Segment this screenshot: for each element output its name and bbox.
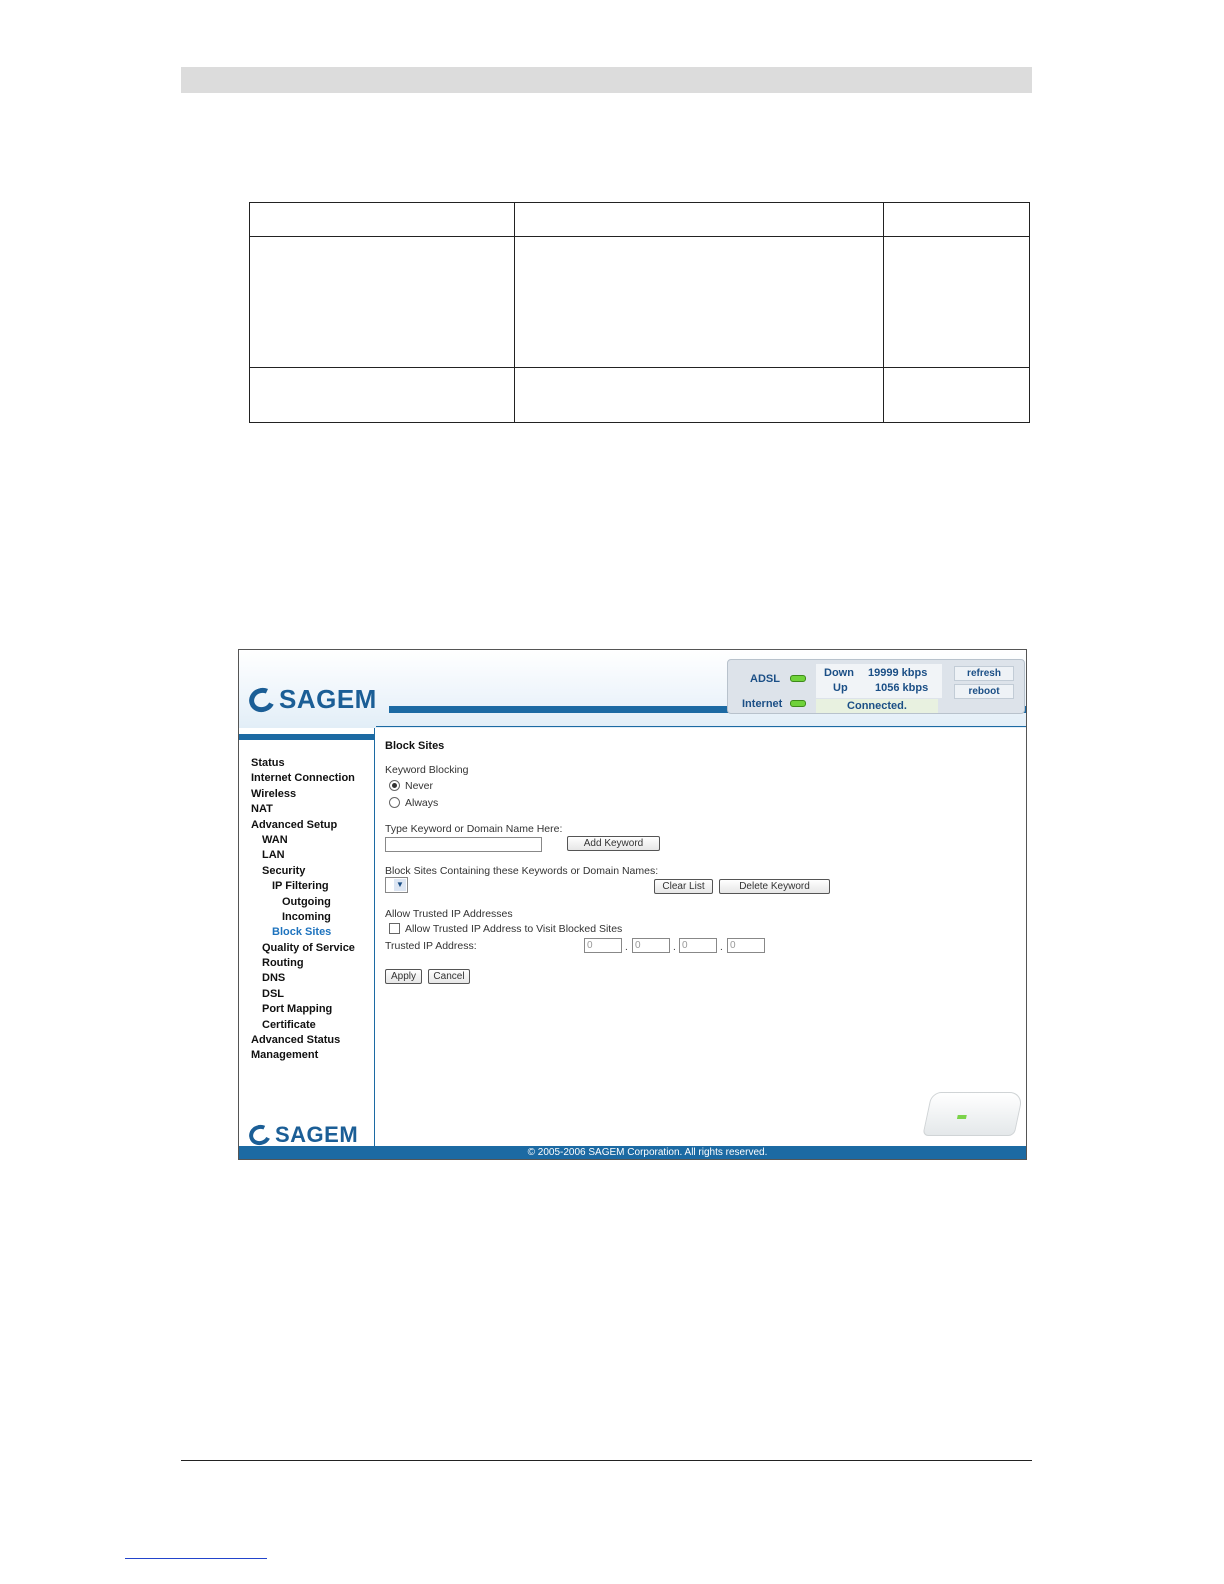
- nav-block-sites[interactable]: Block Sites: [251, 925, 355, 940]
- ip-separator: .: [673, 942, 676, 953]
- ip-separator: .: [720, 942, 723, 953]
- internet-led-icon: [790, 700, 806, 707]
- router-screenshot: SAGEM ADSL Internet Down 19999 kbps Up 1…: [238, 649, 1027, 1160]
- document-footer-rule: [181, 1460, 1032, 1461]
- nav-dsl[interactable]: DSL: [251, 987, 355, 1002]
- page-title: Block Sites: [385, 740, 445, 752]
- nav-ip-filtering[interactable]: IP Filtering: [251, 879, 355, 894]
- router-device-image: [922, 1092, 1024, 1136]
- nav-advanced-setup[interactable]: Advanced Setup: [251, 818, 355, 833]
- ip-octet-3[interactable]: [679, 938, 717, 953]
- nav-incoming[interactable]: Incoming: [251, 910, 355, 925]
- chevron-down-icon: ▼: [394, 879, 406, 891]
- copyright-bar: © 2005-2006 SAGEM Corporation. All right…: [239, 1146, 1026, 1159]
- block-sites-form: Block Sites Keyword Blocking Never Alway…: [385, 740, 1015, 1140]
- always-label: Always: [405, 797, 439, 809]
- nav-management[interactable]: Management: [251, 1048, 355, 1063]
- delete-keyword-button[interactable]: Delete Keyword: [719, 879, 830, 894]
- connection-status-panel: ADSL Internet Down 19999 kbps Up 1056 kb…: [727, 659, 1025, 714]
- trusted-section-label: Allow Trusted IP Addresses: [385, 908, 513, 920]
- trusted-ip-label: Trusted IP Address:: [385, 940, 477, 952]
- up-rate: 1056 kbps: [875, 682, 929, 694]
- nav-certificate[interactable]: Certificate: [251, 1018, 355, 1033]
- adsl-led-icon: [790, 675, 806, 682]
- nav-lan[interactable]: LAN: [251, 848, 355, 863]
- document-table: [249, 202, 1030, 423]
- sidebar-nav: Status Internet Connection Wireless NAT …: [251, 756, 355, 1064]
- sagem-mark-icon: [246, 1121, 274, 1149]
- nav-routing[interactable]: Routing: [251, 956, 355, 971]
- blocked-list-select[interactable]: ▼: [385, 877, 408, 893]
- nav-wireless[interactable]: Wireless: [251, 787, 355, 802]
- sagem-mark-icon: [245, 683, 279, 716]
- adsl-label: ADSL: [750, 673, 780, 685]
- nav-quality-of-service[interactable]: Quality of Service: [251, 941, 355, 956]
- refresh-button[interactable]: refresh: [954, 666, 1014, 681]
- sagem-logo-footer: SAGEM: [246, 1121, 358, 1149]
- nav-internet-connection[interactable]: Internet Connection: [251, 771, 355, 786]
- internet-label: Internet: [742, 698, 783, 710]
- keyword-blocking-label: Keyword Blocking: [385, 764, 469, 776]
- ip-octet-1[interactable]: [584, 938, 622, 953]
- footer-link-underline[interactable]: [125, 1558, 267, 1559]
- content-top-border: [376, 726, 1026, 727]
- down-label: Down: [824, 667, 854, 679]
- nav-port-mapping[interactable]: Port Mapping: [251, 1002, 355, 1017]
- trusted-checkbox-label: Allow Trusted IP Address to Visit Blocke…: [405, 923, 623, 935]
- nav-security[interactable]: Security: [251, 864, 355, 879]
- device-led-icon: [956, 1115, 967, 1119]
- sagem-logo: SAGEM: [245, 683, 377, 716]
- ip-octet-2[interactable]: [632, 938, 670, 953]
- up-label: Up: [833, 682, 848, 694]
- cancel-button[interactable]: Cancel: [428, 969, 470, 984]
- apply-button[interactable]: Apply: [385, 969, 422, 984]
- ip-separator: .: [625, 942, 628, 953]
- nav-outgoing[interactable]: Outgoing: [251, 895, 355, 910]
- keyword-input-label: Type Keyword or Domain Name Here:: [385, 823, 563, 835]
- clear-list-button[interactable]: Clear List: [654, 879, 713, 894]
- down-rate: 19999 kbps: [868, 667, 928, 679]
- never-radio[interactable]: [389, 780, 400, 791]
- keyword-input[interactable]: [385, 837, 542, 852]
- never-label: Never: [405, 780, 434, 792]
- nav-wan[interactable]: WAN: [251, 833, 355, 848]
- blocked-list-label: Block Sites Containing these Keywords or…: [385, 865, 659, 877]
- trusted-ip-checkbox[interactable]: [389, 923, 400, 934]
- add-keyword-button[interactable]: Add Keyword: [567, 836, 660, 851]
- rates-box: Down 19999 kbps Up 1056 kbps: [816, 664, 942, 698]
- always-radio[interactable]: [389, 797, 400, 808]
- nav-nat[interactable]: NAT: [251, 802, 355, 817]
- connection-status: Connected.: [816, 699, 938, 713]
- ip-octet-4[interactable]: [727, 938, 765, 953]
- document-header-bar: [181, 67, 1032, 93]
- nav-advanced-status[interactable]: Advanced Status: [251, 1033, 355, 1048]
- nav-dns[interactable]: DNS: [251, 971, 355, 986]
- sidebar-top-bar: [239, 734, 375, 740]
- reboot-button[interactable]: reboot: [954, 684, 1014, 699]
- nav-status[interactable]: Status: [251, 756, 355, 771]
